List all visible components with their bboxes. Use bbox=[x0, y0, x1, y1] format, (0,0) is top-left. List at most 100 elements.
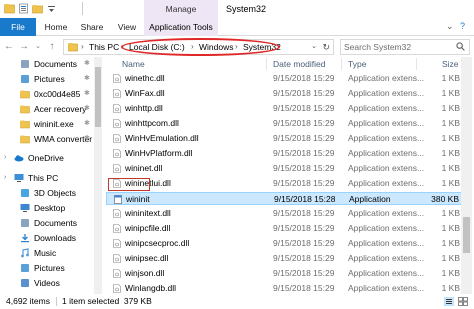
details-view-icon[interactable] bbox=[444, 297, 454, 306]
file-name: winipcfile.dll bbox=[125, 223, 171, 233]
table-row[interactable]: winhttpcom.dll 9/15/2018 15:29 Application… bbox=[106, 117, 464, 130]
file-name: wininetlui.dll bbox=[125, 178, 171, 188]
breadcrumb-windows[interactable]: Windows bbox=[199, 40, 233, 54]
file-type: Application extens... bbox=[348, 178, 425, 188]
nav-item-0xc00d4e85[interactable]: 0xc00d4e85 ✱ bbox=[0, 87, 100, 101]
large-icons-view-icon[interactable] bbox=[458, 297, 468, 306]
nav-item-downloads[interactable]: Downloads bbox=[0, 231, 100, 245]
table-row[interactable]: winipsec.dll 9/15/2018 15:29 Application e… bbox=[106, 252, 464, 265]
nav-item-acer-recovery[interactable]: Acer recovery ✱ bbox=[0, 102, 100, 116]
nav-item-label: wininit.exe bbox=[34, 119, 74, 129]
breadcrumb-this-pc[interactable]: This PC bbox=[89, 40, 119, 54]
expand-chevron-icon[interactable]: › bbox=[4, 171, 6, 185]
file-name: winjson.dll bbox=[125, 268, 165, 278]
pin-icon[interactable]: ✱ bbox=[84, 87, 90, 101]
file-list-scrollbar[interactable] bbox=[461, 57, 472, 294]
pin-icon[interactable]: ✱ bbox=[84, 102, 90, 116]
table-row[interactable]: winipcfile.dll 9/15/2018 15:29 Application… bbox=[106, 222, 464, 235]
breadcrumb-separator[interactable]: › bbox=[121, 40, 124, 54]
nav-scrollbar-thumb[interactable] bbox=[95, 67, 101, 127]
table-row[interactable]: winhttp.dll 9/15/2018 15:29 Application ex… bbox=[106, 102, 464, 115]
folder-icon bbox=[20, 135, 30, 144]
nav-item-videos[interactable]: Videos bbox=[0, 276, 100, 290]
nav-item-pictures[interactable]: Pictures bbox=[0, 261, 100, 275]
nav-item-this-pc[interactable]: › This PC bbox=[0, 171, 100, 185]
table-row[interactable]: wininet.dll 9/15/2018 15:29 Application ex… bbox=[106, 162, 464, 175]
breadcrumb-separator[interactable]: › bbox=[191, 40, 194, 54]
file-name: winhttp.dll bbox=[125, 103, 163, 113]
file-size: 1 KB bbox=[441, 73, 460, 83]
tab-share[interactable]: Share bbox=[80, 18, 104, 36]
tab-application-tools[interactable]: Application Tools bbox=[144, 18, 218, 36]
table-row[interactable]: WinFax.dll 9/15/2018 15:29 Application ext… bbox=[106, 87, 464, 100]
pin-icon[interactable]: ✱ bbox=[84, 132, 90, 146]
back-arrow-icon[interactable]: ← bbox=[3, 40, 15, 53]
nav-item-documents[interactable]: Documents ✱ bbox=[0, 57, 100, 71]
search-input[interactable]: Search System32 bbox=[344, 40, 411, 54]
column-divider[interactable] bbox=[416, 58, 417, 70]
tab-home[interactable]: Home bbox=[44, 18, 68, 36]
nav-item-pictures[interactable]: Pictures ✱ bbox=[0, 72, 100, 86]
table-row-selected[interactable]: wininit 9/15/2018 15:28 Application 380 KB bbox=[106, 192, 464, 205]
nav-scrollbar[interactable] bbox=[94, 57, 102, 294]
file-type: Application extens... bbox=[348, 283, 425, 293]
tab-file[interactable]: File bbox=[0, 18, 36, 36]
column-header-size[interactable]: Size bbox=[442, 57, 459, 71]
breadcrumb-separator[interactable]: › bbox=[81, 40, 84, 54]
help-icon[interactable]: ? bbox=[460, 21, 465, 31]
nav-item-wma-converter[interactable]: WMA converter ✱ bbox=[0, 132, 100, 146]
file-date: 9/15/2018 15:28 bbox=[274, 194, 336, 204]
table-row[interactable]: WinHvPlatform.dll 9/15/2018 15:29 Applicat… bbox=[106, 147, 464, 160]
folder-icon bbox=[68, 43, 78, 52]
table-row[interactable]: wininetlui.dll 9/15/2018 15:29 Application… bbox=[106, 177, 464, 190]
table-row[interactable]: Winlangdb.dll 9/15/2018 15:29 Application … bbox=[106, 282, 464, 294]
nav-item-label: Downloads bbox=[34, 233, 77, 243]
search-box[interactable]: Search System32 bbox=[340, 39, 470, 55]
table-row[interactable]: winipcsecproc.dll 9/15/2018 15:29 Applicat… bbox=[106, 237, 464, 250]
nav-item-desktop[interactable]: Desktop bbox=[0, 201, 100, 215]
column-header-date[interactable]: Date modified bbox=[273, 57, 325, 71]
nav-item-label: Pictures bbox=[34, 263, 65, 273]
column-divider[interactable] bbox=[341, 58, 342, 70]
address-row: ← → ⌄ ↑ › This PC › Local Disk (C:) › Wi… bbox=[0, 37, 474, 57]
file-size: 1 KB bbox=[441, 118, 460, 128]
search-icon[interactable] bbox=[456, 42, 465, 51]
column-divider[interactable] bbox=[266, 58, 267, 70]
file-list: Name Date modified Type Size winethc.dll… bbox=[104, 57, 474, 294]
file-list-scrollbar-thumb[interactable] bbox=[463, 217, 470, 253]
file-size: 1 KB bbox=[441, 283, 460, 293]
chevron-down-icon[interactable]: ⌄ bbox=[311, 40, 317, 54]
new-folder-icon[interactable] bbox=[32, 3, 43, 14]
breadcrumb-separator[interactable]: › bbox=[235, 40, 238, 54]
table-row[interactable]: winethc.dll 9/15/2018 15:29 Application ex… bbox=[106, 72, 464, 85]
pin-icon[interactable]: ✱ bbox=[84, 72, 90, 86]
nav-item-onedrive[interactable]: › OneDrive bbox=[0, 151, 100, 165]
forward-arrow-icon[interactable]: → bbox=[18, 40, 30, 53]
tab-view[interactable]: View bbox=[116, 18, 138, 36]
refresh-icon[interactable]: ↻ bbox=[322, 40, 330, 54]
pin-icon[interactable]: ✱ bbox=[84, 117, 90, 131]
breadcrumb-system32[interactable]: System32 bbox=[243, 40, 281, 54]
recent-locations-icon[interactable]: ⌄ bbox=[32, 40, 44, 53]
music-icon bbox=[21, 248, 29, 258]
table-row[interactable]: wininitext.dll 9/15/2018 15:29 Application… bbox=[106, 207, 464, 220]
table-row[interactable]: WinHvEmulation.dll 9/15/2018 15:29 Applica… bbox=[106, 132, 464, 145]
customize-toolbar-icon[interactable] bbox=[46, 3, 57, 14]
address-bar[interactable]: › This PC › Local Disk (C:) › Windows › … bbox=[63, 39, 334, 55]
nav-item-music[interactable]: Music bbox=[0, 246, 100, 260]
column-header-name[interactable]: Name bbox=[122, 57, 145, 71]
properties-icon[interactable] bbox=[18, 3, 29, 14]
nav-item-3d-objects[interactable]: 3D Objects bbox=[0, 186, 100, 200]
up-arrow-icon[interactable]: ↑ bbox=[46, 40, 58, 53]
file-type: Application extens... bbox=[348, 103, 425, 113]
nav-item-documents[interactable]: Documents bbox=[0, 216, 100, 230]
title-bar: Manage System32 bbox=[0, 0, 474, 18]
nav-item-wininit-exe[interactable]: wininit.exe ✱ bbox=[0, 117, 100, 131]
pin-icon[interactable]: ✱ bbox=[84, 57, 90, 71]
expand-ribbon-icon[interactable]: ⌄ bbox=[446, 21, 454, 32]
column-header-type[interactable]: Type bbox=[348, 57, 366, 71]
table-row[interactable]: winjson.dll 9/15/2018 15:29 Application ex… bbox=[106, 267, 464, 280]
file-date: 9/15/2018 15:29 bbox=[273, 73, 335, 83]
expand-chevron-icon[interactable]: › bbox=[4, 151, 6, 165]
breadcrumb-local-disk[interactable]: Local Disk (C:) bbox=[129, 40, 185, 54]
